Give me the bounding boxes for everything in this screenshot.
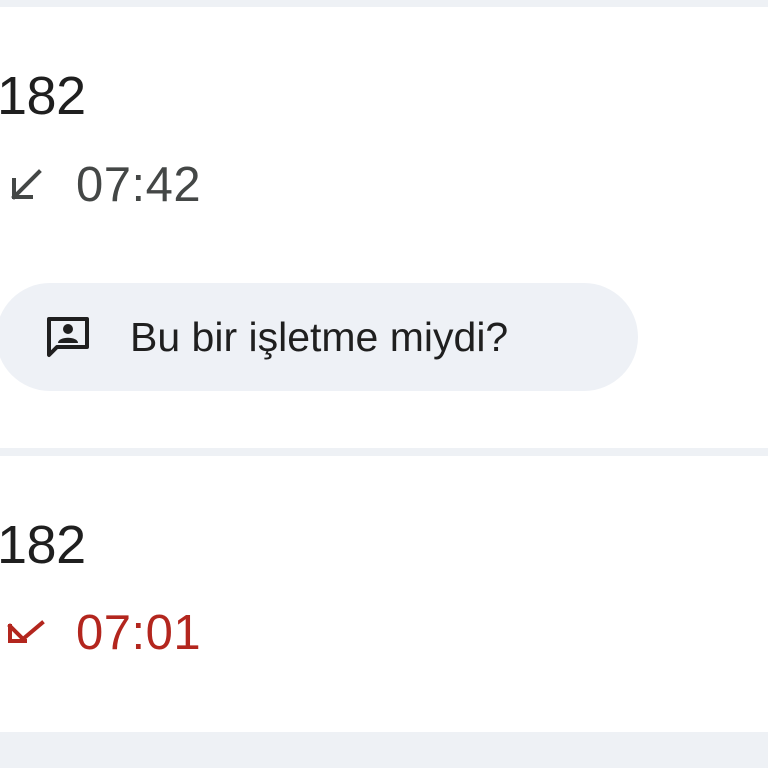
- call-missed-icon: [6, 613, 46, 653]
- call-received-icon: [6, 165, 46, 205]
- call-log-entry-1[interactable]: 182 07:42 Bu bir işletme miydi?: [0, 0, 768, 448]
- call-detail-row: 07:01: [6, 608, 201, 658]
- call-time: 07:42: [76, 157, 202, 212]
- call-log-entry-2[interactable]: 182 07:01: [0, 456, 768, 732]
- call-time: 07:01: [76, 605, 202, 660]
- business-feedback-button[interactable]: Bu bir işletme miydi?: [0, 283, 638, 391]
- divider-middle: [0, 448, 768, 456]
- business-feedback-label: Bu bir işletme miydi?: [130, 313, 509, 360]
- call-detail-row: 07:42: [6, 160, 201, 210]
- call-number: 182: [0, 515, 86, 575]
- call-number: 182: [0, 66, 86, 126]
- feedback-icon: [42, 311, 94, 363]
- footer-band: [0, 732, 768, 768]
